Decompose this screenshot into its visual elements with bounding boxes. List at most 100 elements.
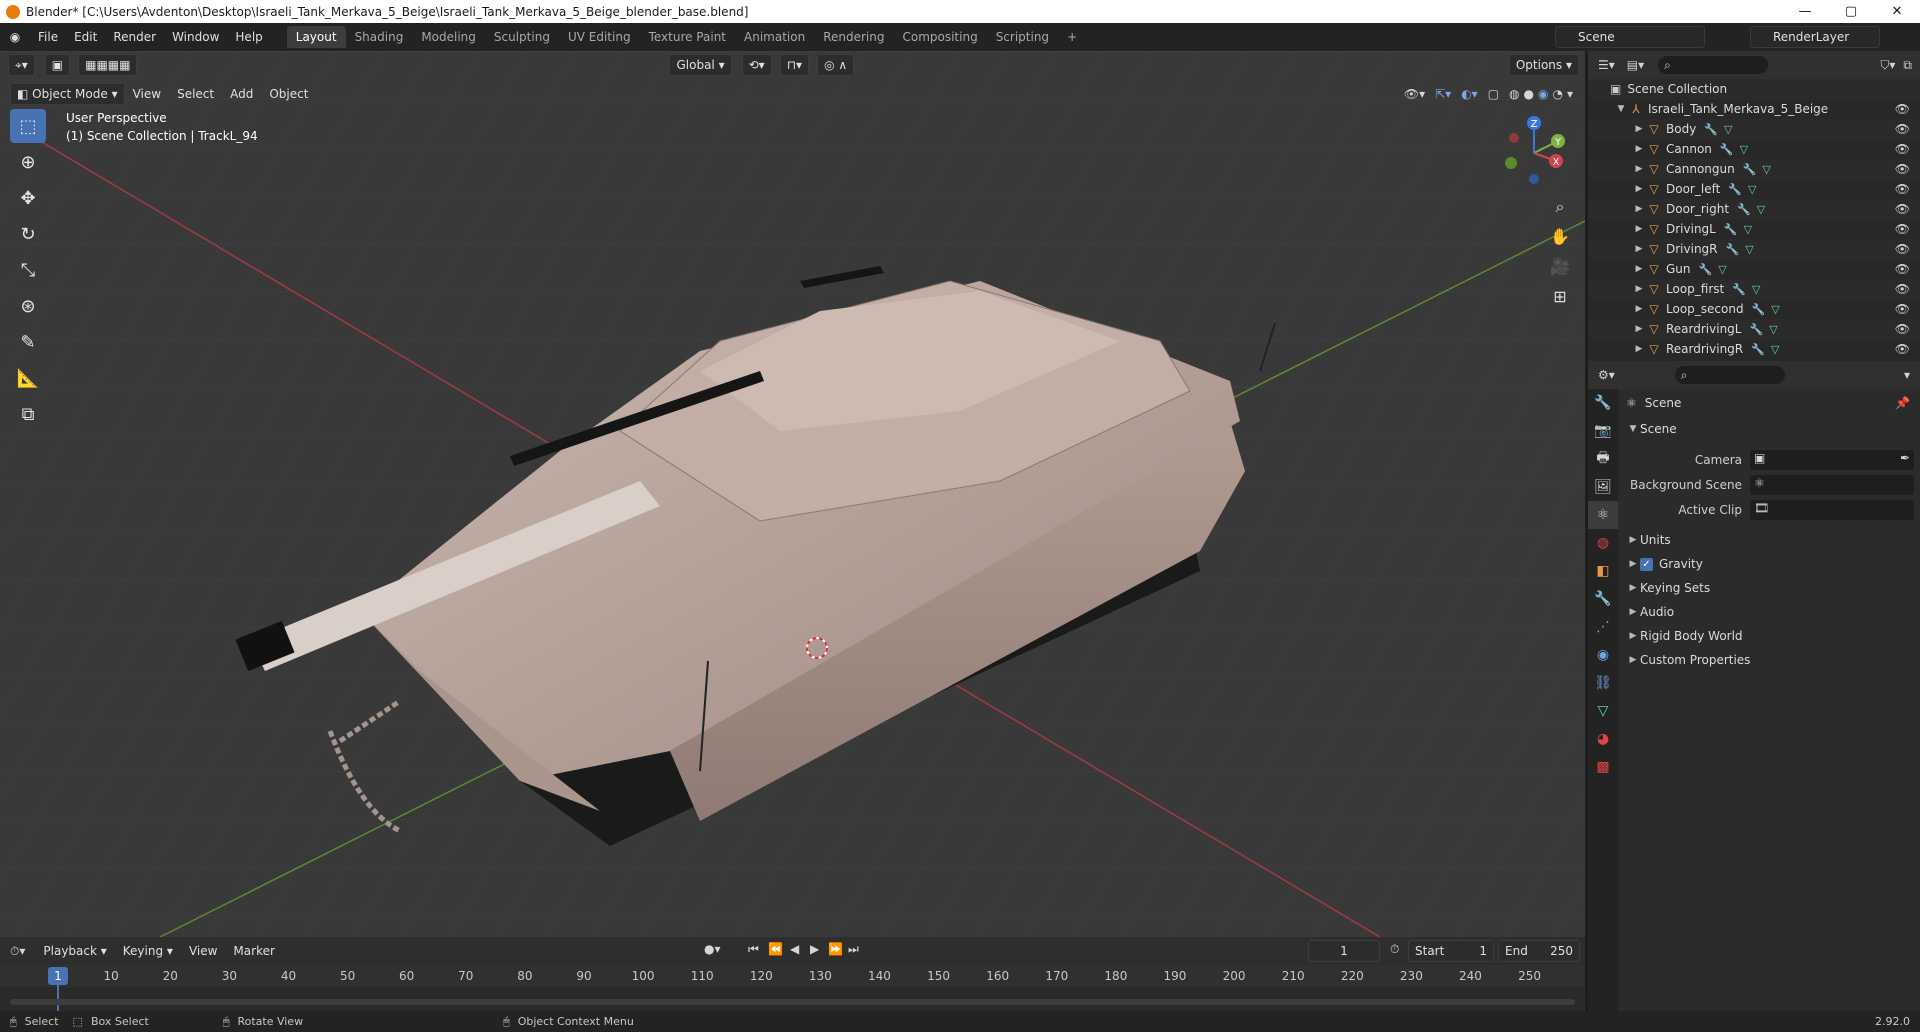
expand-arrow-icon[interactable]: ▶ xyxy=(1632,124,1646,134)
tab-modeling[interactable]: Modeling xyxy=(412,26,485,48)
mesh-data-icon[interactable]: ▽ xyxy=(1744,223,1752,236)
auto-keying-icon[interactable]: ●▾ xyxy=(704,942,721,956)
properties-search-input[interactable]: ⌕ xyxy=(1674,366,1785,384)
zoom-view-icon[interactable]: ⌕ xyxy=(1546,193,1574,221)
shading-material-icon[interactable]: ◉ xyxy=(1538,87,1548,101)
visibility-eye-icon[interactable]: 👁 xyxy=(1895,142,1910,156)
new-collection-icon[interactable]: ⧉ xyxy=(1903,58,1912,73)
expand-arrow-icon[interactable]: ▶ xyxy=(1632,284,1646,294)
outliner-collection-row[interactable]: ▼ ⅄ Israeli_Tank_Merkava_5_Beige 👁 xyxy=(1588,99,1920,119)
tool-properties-tab-icon[interactable]: 🔧 xyxy=(1588,389,1618,417)
tab-rendering[interactable]: Rendering xyxy=(814,26,893,48)
modifier-icon[interactable]: 🔧 xyxy=(1732,283,1746,296)
view-layer-selector[interactable]: RenderLayer xyxy=(1750,26,1880,48)
minimize-button[interactable]: — xyxy=(1782,0,1828,23)
gizmo-neg-y-icon[interactable] xyxy=(1505,157,1517,169)
outliner-item-reardrivingr[interactable]: ▶ ▽ ReardrivingR 🔧 ▽ 👁 xyxy=(1588,339,1920,359)
world-properties-tab-icon[interactable]: ◍ xyxy=(1588,529,1618,557)
outliner-search-input[interactable]: ⌕ xyxy=(1658,56,1769,74)
move-tool-icon[interactable]: ✥ xyxy=(10,181,46,215)
tab-layout[interactable]: Layout xyxy=(286,26,346,48)
expand-arrow-icon[interactable]: ▶ xyxy=(1632,184,1646,194)
shading-solid-icon[interactable]: ● xyxy=(1524,87,1534,101)
visibility-eye-icon[interactable]: 👁 xyxy=(1895,262,1910,276)
render-properties-tab-icon[interactable]: 📷 xyxy=(1588,417,1618,445)
mesh-data-icon[interactable]: ▽ xyxy=(1771,303,1779,316)
shading-options-icon[interactable]: ▾ xyxy=(1567,87,1573,101)
expand-arrow-icon[interactable]: ▶ xyxy=(1632,204,1646,214)
expand-arrow-icon[interactable]: ▶ xyxy=(1626,607,1640,617)
outliner-filter-icon[interactable]: ⛉▾ xyxy=(1880,58,1895,73)
custom-properties-panel-header[interactable]: ▶ Custom Properties xyxy=(1618,648,1920,672)
mesh-data-icon[interactable]: ▽ xyxy=(1740,143,1748,156)
blender-menu-icon[interactable]: ◉ xyxy=(0,30,30,44)
outliner-item-drivingl[interactable]: ▶ ▽ DrivingL 🔧 ▽ 👁 xyxy=(1588,219,1920,239)
outliner-display-mode-icon[interactable]: ▤▾ xyxy=(1627,58,1644,72)
visibility-eye-icon[interactable]: 👁 xyxy=(1895,342,1910,356)
mesh-data-icon[interactable]: ▽ xyxy=(1718,263,1726,276)
modifier-icon[interactable]: 🔧 xyxy=(1737,203,1751,216)
jump-keyframe-back-icon[interactable]: ⏪ xyxy=(768,942,783,956)
xray-toggle-icon[interactable]: ▢ xyxy=(1488,87,1499,101)
navigation-gizmo[interactable]: Z Y X xyxy=(1500,111,1570,191)
mesh-data-icon[interactable]: ▽ xyxy=(1745,243,1753,256)
expand-arrow-icon[interactable]: ▶ xyxy=(1632,224,1646,234)
expand-arrow-icon[interactable]: ▶ xyxy=(1626,583,1640,593)
mesh-data-icon[interactable]: ▽ xyxy=(1769,323,1777,336)
visibility-eye-icon[interactable]: 👁 xyxy=(1895,222,1910,236)
expand-arrow-icon[interactable]: ▶ xyxy=(1626,559,1640,569)
mesh-data-icon[interactable]: ▽ xyxy=(1748,183,1756,196)
tab-shading[interactable]: Shading xyxy=(346,26,413,48)
modifier-icon[interactable]: 🔧 xyxy=(1728,183,1742,196)
timeline-menu-keying[interactable]: Keying ▾ xyxy=(115,940,181,962)
timeline-scrollbar[interactable] xyxy=(10,999,1575,1005)
pivot-point-icon[interactable]: ⟲▾ xyxy=(741,54,772,76)
texture-properties-tab-icon[interactable]: ▩ xyxy=(1588,753,1618,781)
tab-scripting[interactable]: Scripting xyxy=(987,26,1058,48)
mesh-data-icon[interactable]: ▽ xyxy=(1757,203,1765,216)
modifier-icon[interactable]: 🔧 xyxy=(1699,263,1713,276)
expand-arrow-icon[interactable]: ▶ xyxy=(1626,535,1640,545)
pan-view-icon[interactable]: ✋ xyxy=(1546,223,1574,251)
editor-type-icon[interactable]: ⌖▾ xyxy=(8,54,35,76)
viewport-menu-view[interactable]: View xyxy=(125,83,169,105)
modifier-icon[interactable]: 🔧 xyxy=(1724,223,1738,236)
select-box-mode-icon[interactable]: ▦▦▦▦ xyxy=(78,54,138,76)
outliner-item-loop-first[interactable]: ▶ ▽ Loop_first 🔧 ▽ 👁 xyxy=(1588,279,1920,299)
camera-field[interactable]: ▣ ✒ xyxy=(1750,449,1914,470)
object-mode-dropdown[interactable]: ◧ Object Mode ▾ xyxy=(10,83,125,105)
mesh-data-icon[interactable]: ▽ xyxy=(1771,343,1779,356)
modifier-properties-tab-icon[interactable]: 🔧 xyxy=(1588,585,1618,613)
jump-start-icon[interactable]: ⏮ xyxy=(748,942,759,957)
visibility-eye-icon[interactable]: 👁 xyxy=(1895,182,1910,196)
options-dropdown[interactable]: Options ▾ xyxy=(1508,54,1579,76)
expand-arrow-icon[interactable]: ▶ xyxy=(1632,324,1646,334)
visibility-eye-icon[interactable]: 👁 xyxy=(1895,162,1910,176)
outliner-scene-collection[interactable]: ▣ Scene Collection xyxy=(1588,79,1920,99)
end-frame-field[interactable]: End 250 xyxy=(1498,940,1580,962)
menu-edit[interactable]: Edit xyxy=(66,25,105,49)
menu-render[interactable]: Render xyxy=(105,25,164,49)
snap-icon[interactable]: ⊓▾ xyxy=(779,54,810,76)
cursor-tool-icon[interactable]: ⊕ xyxy=(10,145,46,179)
current-frame-field[interactable]: 1 xyxy=(1308,940,1380,962)
tab-uv-editing[interactable]: UV Editing xyxy=(559,26,640,48)
outliner-item-drivingr[interactable]: ▶ ▽ DrivingR 🔧 ▽ 👁 xyxy=(1588,239,1920,259)
shading-rendered-icon[interactable]: ◔ xyxy=(1552,87,1562,101)
material-properties-tab-icon[interactable]: ◕ xyxy=(1588,725,1618,753)
start-frame-field[interactable]: Start 1 xyxy=(1408,940,1494,962)
gizmo-neg-x-icon[interactable] xyxy=(1509,133,1519,143)
modifier-icon[interactable]: 🔧 xyxy=(1743,163,1757,176)
timeline-menu-playback[interactable]: Playback ▾ xyxy=(35,940,114,962)
properties-editor-type-icon[interactable]: ⚙▾ xyxy=(1598,368,1615,382)
outliner-item-door-right[interactable]: ▶ ▽ Door_right 🔧 ▽ 👁 xyxy=(1588,199,1920,219)
transform-tool-icon[interactable]: ⊛ xyxy=(10,289,46,323)
expand-arrow-icon[interactable]: ▶ xyxy=(1626,655,1640,665)
viewport-menu-add[interactable]: Add xyxy=(222,83,261,105)
timeline-menu-view[interactable]: View xyxy=(181,940,225,962)
select-mode-icon[interactable]: ▣ xyxy=(44,54,71,76)
units-panel-header[interactable]: ▶ Units xyxy=(1618,528,1920,552)
gravity-checkbox[interactable]: ✓ xyxy=(1640,557,1653,571)
3d-viewport[interactable]: ⌖▾ ▣ ▦▦▦▦ Global ▾ ⟲▾ ⊓▾ ◎ ∧ Options ▾ ◧… xyxy=(0,51,1585,937)
collapse-arrow-icon[interactable]: ▼ xyxy=(1626,424,1640,434)
